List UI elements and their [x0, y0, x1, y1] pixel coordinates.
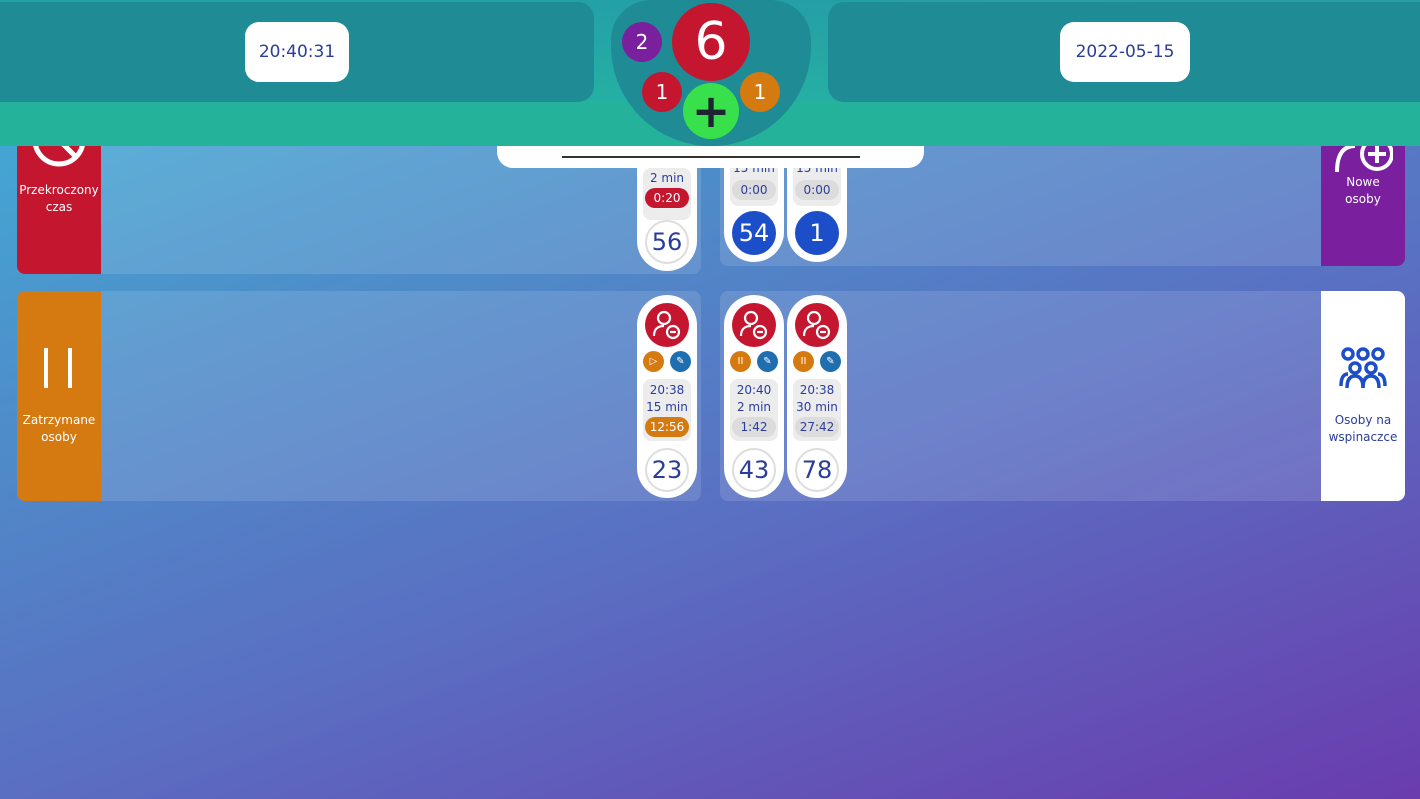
duration: 2 min: [649, 171, 685, 185]
remove-person-icon[interactable]: [645, 303, 689, 347]
duration: 15 min: [646, 400, 688, 414]
elapsed-badge: 0:20: [645, 188, 689, 208]
person-number: 43: [732, 448, 776, 492]
elapsed-badge: 0:00: [795, 180, 839, 200]
pause-icon[interactable]: II: [730, 351, 751, 372]
person-number: 1: [795, 211, 839, 255]
edit-person-icon[interactable]: ✎: [670, 351, 691, 372]
card-actions: II ✎: [793, 351, 841, 372]
duration: 2 min: [736, 400, 772, 414]
paused-count-badge: 1: [740, 72, 780, 112]
on-wall-person-card[interactable]: II ✎ 20:38 30 min 27:42 78: [787, 295, 847, 498]
current-time: 20:40:31: [245, 22, 349, 82]
overdue-count-badge: 1: [642, 72, 682, 112]
duration: 30 min: [796, 400, 838, 414]
paused-section-card[interactable]: Zatrzymane osoby: [17, 291, 101, 501]
person-number: 78: [795, 448, 839, 492]
start-time: 20:38: [649, 383, 685, 397]
paused-label-2: osoby: [41, 430, 77, 444]
on-wall-section-card[interactable]: Osoby na wspinaczce: [1321, 291, 1405, 501]
current-date: 2022-05-15: [1060, 22, 1190, 82]
elapsed-badge: 1:42: [732, 417, 776, 437]
add-person-button[interactable]: +: [683, 83, 739, 139]
on-wall-label-1: Osoby na: [1334, 413, 1392, 427]
remove-person-icon[interactable]: [732, 303, 776, 347]
edit-person-icon[interactable]: ✎: [757, 351, 778, 372]
overdue-label-1: Przekroczony: [19, 183, 99, 197]
new-label-2: osoby: [1345, 192, 1381, 206]
card-actions: II ✎: [730, 351, 778, 372]
paused-row: [17, 291, 701, 501]
start-time: 20:38: [799, 383, 835, 397]
remove-person-icon[interactable]: [795, 303, 839, 347]
elapsed-badge: 0:00: [732, 180, 776, 200]
person-number: 54: [732, 211, 776, 255]
pause-icon[interactable]: II: [793, 351, 814, 372]
card-actions: ▷ ✎: [643, 351, 691, 372]
on-wall-label-2: wspinaczce: [1328, 430, 1398, 444]
new-label-1: Nowe: [1346, 175, 1380, 189]
new-count-badge: 2: [622, 22, 662, 62]
pause-icon: [44, 348, 72, 388]
person-number: 23: [645, 448, 689, 492]
header-bar: 20:40:31 2022-05-15 2 6 1 1 +: [0, 0, 1420, 146]
paused-label-1: Zatrzymane: [22, 413, 96, 427]
edit-person-icon[interactable]: ✎: [820, 351, 841, 372]
total-count-badge: 6: [672, 3, 750, 81]
person-number: 56: [645, 220, 689, 264]
elapsed-badge: 27:42: [795, 417, 839, 437]
play-icon[interactable]: ▷: [643, 351, 664, 372]
group-icon: [1339, 347, 1387, 389]
start-time: 20:40: [736, 383, 772, 397]
elapsed-badge: 12:56: [645, 417, 689, 437]
sheet-divider: [562, 156, 860, 158]
bottom-sheet-handle[interactable]: [497, 146, 924, 168]
on-wall-person-card[interactable]: II ✎ 20:40 2 min 1:42 43: [724, 295, 784, 498]
overdue-label-2: czas: [45, 200, 73, 214]
paused-person-card[interactable]: ▷ ✎ 20:38 15 min 12:56 23: [637, 295, 697, 498]
